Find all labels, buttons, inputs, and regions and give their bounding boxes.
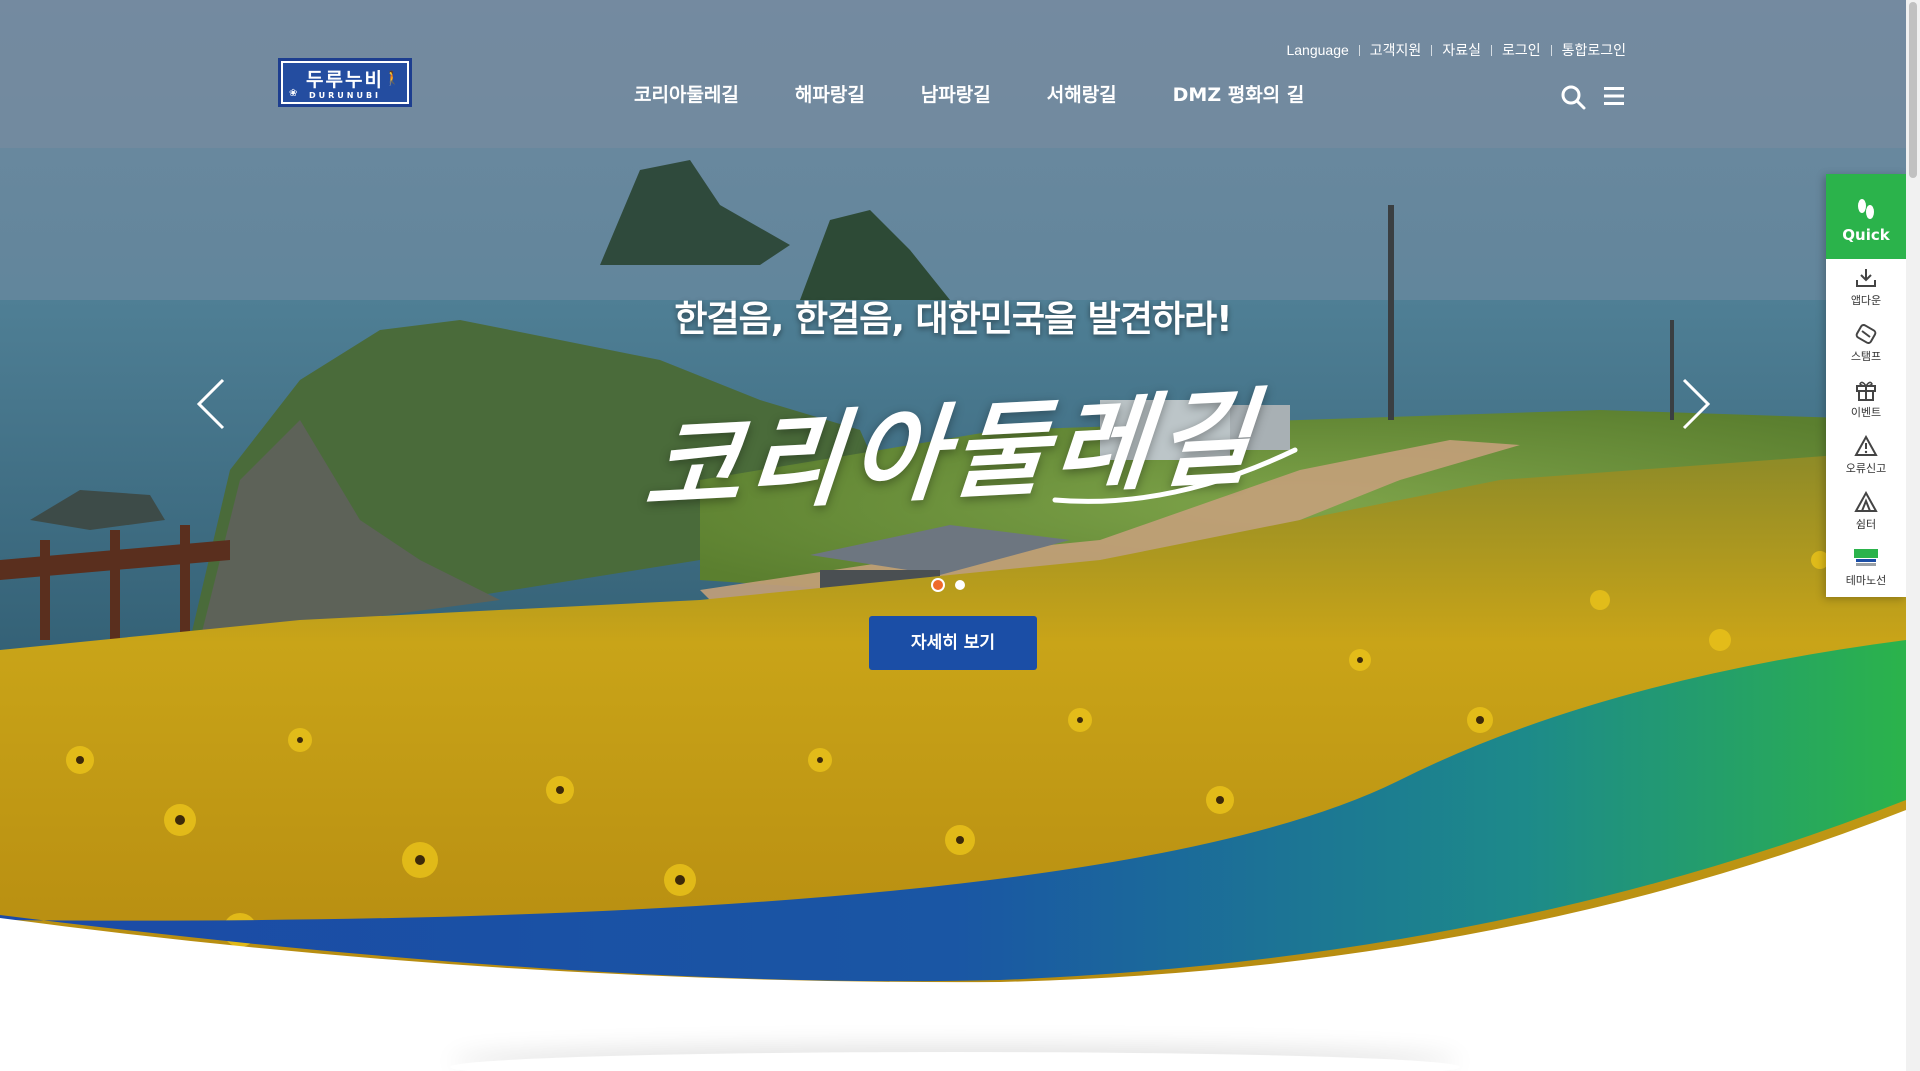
util-link-integrated-login[interactable]: 통합로그인 <box>1562 40 1626 60</box>
quick-item-theme-route[interactable]: 테마노선 <box>1826 539 1906 595</box>
site-header: 두루누비 🚶 ❀ DURUNUBI Language 고객지원 자료실 로그인 … <box>0 0 1906 148</box>
nav-item-haeparang[interactable]: 해파랑길 <box>795 80 865 107</box>
quick-item-stamp[interactable]: 스탬프 <box>1826 315 1906 371</box>
util-divider <box>1550 44 1552 56</box>
next-slide-arrow-icon[interactable] <box>1678 376 1714 432</box>
logo-subtitle: DURUNUBI <box>308 91 382 100</box>
hamburger-menu-icon[interactable] <box>1603 85 1625 107</box>
download-icon <box>1856 269 1876 287</box>
util-link-language[interactable]: Language <box>1286 42 1348 58</box>
util-link-support[interactable]: 고객지원 <box>1370 40 1422 60</box>
util-divider <box>1358 44 1360 56</box>
nav-item-korea-dulle[interactable]: 코리아둘레길 <box>634 80 739 107</box>
quick-item-label: 테마노선 <box>1845 574 1887 587</box>
nav-item-seohae[interactable]: 서해랑길 <box>1047 80 1117 107</box>
util-link-login[interactable]: 로그인 <box>1502 40 1541 60</box>
headline-swash <box>1052 447 1298 504</box>
quick-item-label: 앱다운 <box>1850 294 1882 307</box>
quick-item-label: 오류신고 <box>1845 462 1887 475</box>
footprints-icon <box>1858 199 1874 219</box>
util-divider <box>1431 44 1433 56</box>
quick-item-error-report[interactable]: 오류신고 <box>1826 427 1906 483</box>
logo-box: 두루누비 🚶 ❀ DURUNUBI <box>283 63 407 102</box>
quick-item-event[interactable]: 이벤트 <box>1826 371 1906 427</box>
quick-item-label: 이벤트 <box>1850 406 1882 419</box>
search-icon[interactable] <box>1560 84 1586 110</box>
util-divider <box>1490 44 1492 56</box>
quick-item-shelter[interactable]: 쉼터 <box>1826 483 1906 539</box>
quick-menu: Quick 앱다운 스탬프 이벤트 오류신고 쉼터 테마노선 <box>1826 174 1906 597</box>
nav-item-nampa[interactable]: 남파랑길 <box>921 80 991 107</box>
page-scrollbar[interactable] <box>1906 0 1920 1071</box>
walker-icon: 🚶 <box>383 71 401 87</box>
prev-slide-arrow-icon[interactable] <box>193 376 229 432</box>
main-nav: 코리아둘레길 해파랑길 남파랑길 서해랑길 DMZ 평화의 길 <box>634 80 1360 107</box>
gift-icon <box>1856 381 1876 401</box>
theme-route-icon <box>1854 549 1878 566</box>
logo[interactable]: 두루누비 🚶 ❀ DURUNUBI <box>278 58 412 107</box>
content-card-shadow <box>450 1052 1460 1071</box>
scrollbar-thumb[interactable] <box>1909 2 1917 178</box>
view-details-button[interactable]: 자세히 보기 <box>869 616 1037 670</box>
utility-nav: Language 고객지원 자료실 로그인 통합로그인 <box>1286 40 1626 60</box>
warning-icon <box>1854 435 1878 456</box>
util-link-archive[interactable]: 자료실 <box>1442 40 1481 60</box>
nav-item-dmz[interactable]: DMZ 평화의 길 <box>1173 80 1305 107</box>
slide-dot-1[interactable] <box>933 580 943 590</box>
quick-menu-header[interactable]: Quick <box>1826 174 1906 259</box>
shelter-icon <box>1854 491 1878 512</box>
slide-dot-2[interactable] <box>955 580 965 590</box>
quick-item-app-download[interactable]: 앱다운 <box>1826 259 1906 315</box>
quick-item-label: 쉼터 <box>1855 518 1877 531</box>
stamp-icon <box>1855 324 1877 344</box>
slide-indicators <box>933 580 977 590</box>
quick-item-label: 스탬프 <box>1850 350 1882 363</box>
quick-menu-title: Quick <box>1842 226 1890 244</box>
